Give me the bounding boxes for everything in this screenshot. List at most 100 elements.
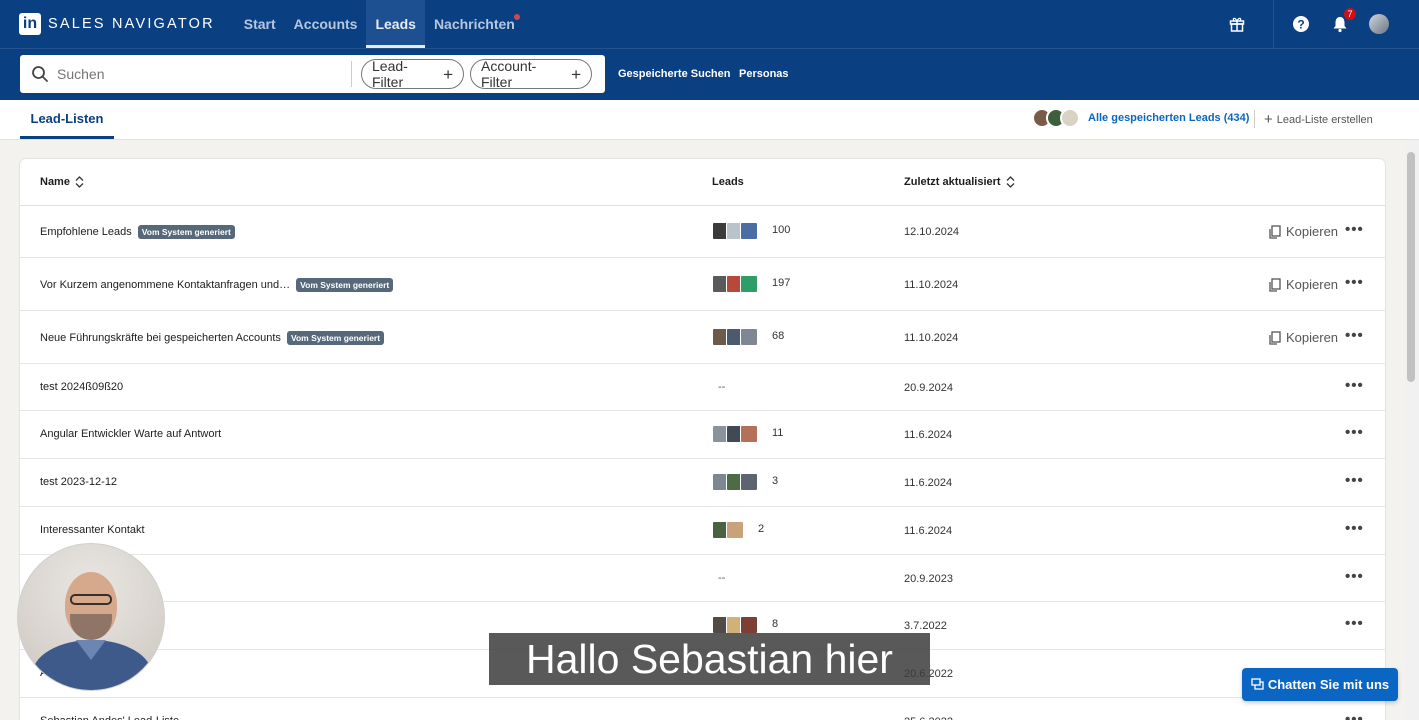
last-updated-date: 11.10.2024 — [904, 279, 959, 291]
saved-searches-link[interactable]: Gespeicherte Suchen — [618, 68, 731, 80]
table-row[interactable]: Angular Entwickler Warte auf Antwort 11 11… — [20, 411, 1385, 459]
table-row[interactable]: Neue Führungskräfte bei gespeicherten Ac… — [20, 311, 1385, 364]
nav-actions: ? 7 — [1227, 0, 1419, 48]
avatar[interactable] — [1369, 14, 1389, 34]
search-input[interactable] — [57, 66, 337, 82]
more-options-icon[interactable]: ••• — [1345, 424, 1364, 441]
linkedin-logo: in — [19, 13, 41, 35]
sort-icon — [1006, 176, 1015, 188]
search-box: Lead-Filter + Account-Filter + — [20, 55, 605, 93]
leads-cell: 68 — [712, 328, 784, 346]
list-name[interactable]: test 2024ß09ß20 — [40, 381, 123, 393]
help-icon[interactable]: ? — [1291, 14, 1311, 34]
last-updated-date: 20.9.2023 — [904, 573, 953, 585]
list-name[interactable]: Interessanter Kontakt — [40, 524, 145, 536]
tab-lead-lists[interactable]: Lead-Listen — [20, 100, 114, 139]
notification-badge: 7 — [1343, 7, 1357, 21]
list-name-text: Empfohlene Leads — [40, 226, 132, 238]
column-name-label: Name — [40, 176, 70, 188]
copy-label: Kopieren — [1286, 277, 1339, 292]
copy-button[interactable]: Kopieren — [1269, 224, 1338, 239]
video-caption: Hallo Sebastian hier — [489, 633, 930, 685]
nav-link-messages[interactable]: Nachrichten — [425, 0, 524, 48]
table-header: Name Leads Zuletzt aktualisiert — [20, 159, 1385, 206]
more-options-icon[interactable]: ••• — [1345, 520, 1364, 537]
table-row[interactable]: Empfohlene Leads Vom System generiert 100 1… — [20, 206, 1385, 258]
copy-button[interactable]: Kopieren — [1269, 277, 1338, 292]
table-row[interactable]: Interessanter Kontakt 2 11.6.2024 ••• — [20, 507, 1385, 555]
last-updated-date: 11.6.2024 — [904, 429, 953, 441]
lead-avatars — [712, 275, 758, 293]
more-options-icon[interactable]: ••• — [1345, 711, 1364, 720]
table-row[interactable]: Sebastian Andes' Lead-Liste -- 25.6.2022 ••… — [20, 698, 1385, 720]
copy-icon — [1269, 224, 1281, 239]
nav-link-accounts[interactable]: Accounts — [285, 0, 367, 48]
lead-count: 197 — [772, 277, 791, 289]
plus-icon: + — [1264, 111, 1273, 128]
column-name[interactable]: Name — [40, 176, 84, 188]
lead-avatars — [712, 222, 758, 240]
system-generated-badge: Vom System generiert — [137, 225, 235, 239]
lead-filter-button[interactable]: Lead-Filter + — [361, 58, 464, 90]
list-name[interactable]: Sebastian Andes' Lead-Liste — [40, 715, 179, 720]
copy-button[interactable]: Kopieren — [1269, 330, 1338, 345]
lead-avatars — [712, 521, 744, 539]
lead-count: 8 — [772, 618, 779, 630]
column-updated-label: Zuletzt aktualisiert — [904, 176, 1001, 188]
last-updated-date: 11.10.2024 — [904, 332, 959, 344]
more-options-icon[interactable]: ••• — [1345, 472, 1364, 489]
list-name[interactable]: Angular Entwickler Warte auf Antwort — [40, 428, 221, 440]
more-options-icon[interactable]: ••• — [1345, 615, 1364, 632]
nav-link-leads[interactable]: Leads — [366, 0, 425, 48]
list-name-text: Neue Führungskräfte bei gespeicherten Ac… — [40, 332, 281, 344]
top-navigation: in SALES NAVIGATOR Start Accounts Leads … — [0, 0, 1419, 48]
system-generated-badge: Vom System generiert — [286, 331, 385, 345]
list-name[interactable]: test 2023-12-12 — [40, 476, 117, 488]
last-updated-date: 12.10.2024 — [904, 226, 960, 238]
list-name[interactable]: Neue Führungskräfte bei gespeicherten Ac… — [40, 331, 385, 345]
last-updated-date: 25.6.2022 — [904, 716, 953, 720]
table-row[interactable]: Ka...n--20.9.2023••• — [20, 555, 1385, 602]
nav-link-start[interactable]: Start — [235, 0, 285, 48]
column-updated[interactable]: Zuletzt aktualisiert — [904, 176, 1015, 188]
chat-button[interactable]: Chatten Sie mit uns — [1242, 668, 1398, 701]
scrollbar[interactable] — [1405, 140, 1419, 720]
svg-text:?: ? — [1297, 18, 1304, 32]
saved-leads[interactable]: Alle gespeicherten Leads (434) — [1032, 108, 1249, 128]
lead-avatar — [726, 521, 744, 539]
lead-count: 2 — [758, 523, 765, 535]
list-name[interactable]: Empfohlene Leads Vom System generiert — [40, 225, 235, 239]
empty-leads: -- — [718, 715, 725, 720]
copy-icon — [1269, 277, 1281, 292]
create-list-button[interactable]: + Lead-Liste erstellen — [1264, 112, 1373, 127]
gift-icon[interactable] — [1227, 14, 1247, 34]
leads-cell: 197 — [712, 275, 790, 293]
leads-cell: 8 — [712, 616, 778, 634]
personas-link[interactable]: Personas — [739, 68, 789, 80]
scroll-thumb[interactable] — [1407, 152, 1415, 382]
table-row[interactable]: Vor Kurzem angenommene Kontaktanfragen u… — [20, 258, 1385, 311]
copy-label: Kopieren — [1286, 224, 1339, 239]
lead-avatars — [712, 616, 758, 634]
chat-icon — [1251, 678, 1264, 690]
saved-leads-link[interactable]: Alle gespeicherten Leads (434) — [1088, 112, 1249, 124]
lead-avatars — [712, 328, 758, 346]
last-updated-date: 3.7.2022 — [904, 620, 947, 632]
list-name[interactable]: Vor Kurzem angenommene Kontaktanfragen u… — [40, 278, 394, 292]
table-row[interactable]: test 2023-12-12 3 11.6.2024 ••• — [20, 459, 1385, 507]
more-options-icon[interactable]: ••• — [1345, 327, 1364, 344]
account-filter-button[interactable]: Account-Filter + — [470, 58, 592, 90]
more-options-icon[interactable]: ••• — [1345, 274, 1364, 291]
table-row[interactable]: test 2024ß09ß20 -- 20.9.2024 ••• — [20, 364, 1385, 411]
more-options-icon[interactable]: ••• — [1345, 221, 1364, 238]
more-options-icon[interactable]: ••• — [1345, 568, 1364, 585]
more-options-icon[interactable]: ••• — [1345, 377, 1364, 394]
plus-icon: + — [443, 64, 453, 84]
brand[interactable]: in SALES NAVIGATOR — [19, 13, 215, 35]
bell-icon[interactable]: 7 — [1330, 7, 1357, 34]
nav-separator — [1273, 0, 1274, 48]
last-updated-date: 11.6.2024 — [904, 525, 953, 537]
lead-filter-label: Lead-Filter — [372, 58, 408, 90]
lead-count: 11 — [772, 427, 784, 439]
search-icon — [32, 66, 48, 82]
